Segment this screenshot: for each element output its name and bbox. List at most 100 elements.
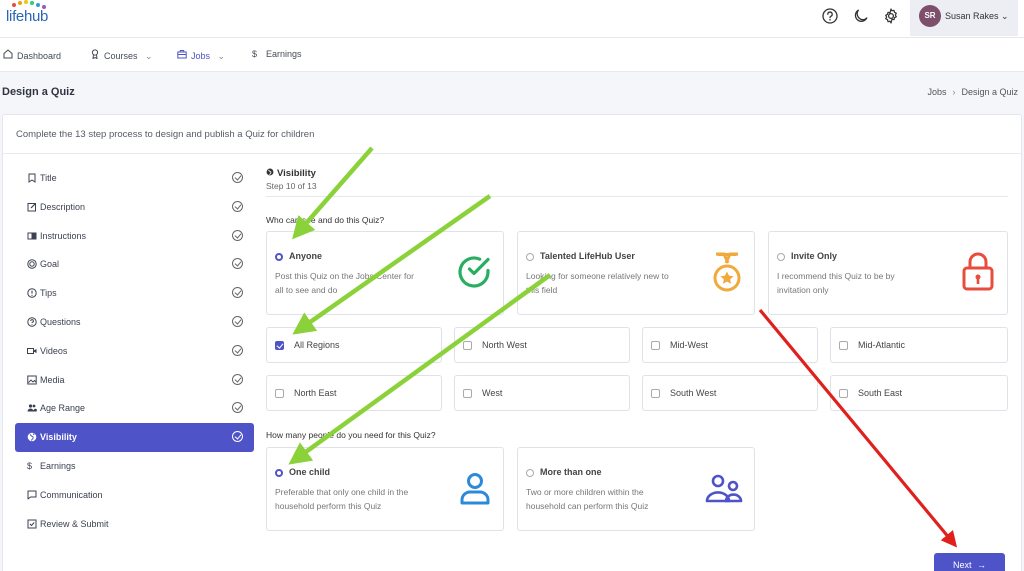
image-icon (27, 375, 37, 385)
users-icon (27, 403, 37, 413)
check-circle-icon (232, 229, 243, 241)
radio-invite-only[interactable] (777, 253, 785, 261)
check-circle-icon (232, 172, 243, 183)
check-circle-icon (232, 402, 243, 414)
people-question: How many people do you need for this Qui… (266, 430, 436, 440)
step-description[interactable]: Description (15, 193, 254, 222)
edit-icon (27, 202, 37, 212)
region-mid-west[interactable]: Mid-West (642, 327, 818, 363)
divider (266, 196, 1008, 197)
nav-earnings[interactable]: $ Earnings (252, 49, 302, 59)
breadcrumb-separator: › (952, 87, 956, 97)
option-one-child[interactable]: One child Preferable that only one child… (266, 447, 504, 531)
card-header: Complete the 13 step process to design a… (3, 115, 1021, 154)
step-list: Title Description Instructions Goal Tips… (15, 164, 254, 538)
step-review-submit[interactable]: Review & Submit (15, 510, 254, 539)
nav-dashboard[interactable]: Dashboard (3, 49, 61, 61)
step-media[interactable]: Media (15, 366, 254, 395)
gear-icon[interactable] (882, 7, 900, 25)
message-icon (27, 490, 37, 500)
radio-anyone[interactable] (275, 253, 283, 261)
checkbox-south-east[interactable] (839, 389, 848, 398)
region-all-regions[interactable]: All Regions (266, 327, 442, 363)
breadcrumb-jobs[interactable]: Jobs (927, 87, 946, 97)
check-circle-icon (232, 373, 243, 385)
checkbox-mid-west[interactable] (651, 341, 660, 350)
step-communication[interactable]: Communication (15, 481, 254, 510)
step-videos[interactable]: Videos (15, 337, 254, 366)
dollar-icon: $ (252, 49, 258, 59)
check-circle-icon (232, 344, 243, 356)
main-nav: Dashboard Courses ⌄ Jobs ⌄ $ Earnings (0, 38, 1024, 72)
checkbox-north-west[interactable] (463, 341, 472, 350)
user-menu[interactable]: SR Susan Rakes ⌄ (910, 0, 1018, 36)
breadcrumb: Jobs › Design a Quiz (927, 87, 1018, 97)
checkbox-north-east[interactable] (275, 389, 284, 398)
section-title: Visibility (266, 168, 316, 179)
globe-icon (27, 432, 37, 442)
region-south-east[interactable]: South East (830, 375, 1008, 411)
check-circle-icon (232, 200, 243, 212)
option-talented-user[interactable]: Talented LifeHub User Looking for someon… (517, 231, 755, 315)
lifehub-logo[interactable]: lifehub (6, 0, 49, 25)
checkbox-mid-atlantic[interactable] (839, 341, 848, 350)
check-circle-icon (232, 315, 243, 327)
step-goal[interactable]: Goal (15, 250, 254, 279)
step-tips[interactable]: Tips (15, 279, 254, 308)
quiz-wizard-card: Complete the 13 step process to design a… (2, 114, 1022, 571)
chevron-down-icon: ⌄ (145, 51, 153, 61)
option-anyone[interactable]: Anyone Post this Quiz on the Jobs Center… (266, 231, 504, 315)
check-circle-icon (232, 287, 243, 299)
dollar-icon: $ (27, 460, 33, 471)
globe-icon (266, 168, 274, 179)
checkbox-all-regions[interactable] (275, 341, 284, 350)
region-west[interactable]: West (454, 375, 630, 411)
nav-jobs[interactable]: Jobs ⌄ (177, 49, 225, 62)
check-circle-icon (232, 258, 243, 270)
region-north-west[interactable]: North West (454, 327, 630, 363)
radio-talented-user[interactable] (526, 253, 534, 261)
option-invite-only[interactable]: Invite Only I recommend this Quiz to be … (768, 231, 1008, 315)
user-icon (458, 472, 492, 508)
region-mid-atlantic[interactable]: Mid-Atlantic (830, 327, 1008, 363)
video-icon (27, 346, 37, 356)
audience-question: Who can see and do this Quiz? (266, 215, 385, 225)
step-age-range[interactable]: Age Range (15, 394, 254, 423)
lock-icon (961, 250, 995, 294)
help-circle-icon (27, 317, 37, 327)
radio-one-child[interactable] (275, 469, 283, 477)
book-icon (27, 231, 37, 241)
logo-dots (10, 0, 50, 9)
page-title: Design a Quiz (2, 86, 75, 98)
arrow-right-icon: → (977, 560, 987, 570)
chevron-down-icon: ⌄ (1001, 11, 1009, 21)
moon-icon[interactable] (852, 7, 870, 25)
question-circle-icon[interactable] (821, 7, 839, 25)
radio-more-than-one[interactable] (526, 469, 534, 477)
avatar: SR (919, 5, 941, 27)
checkbox-west[interactable] (463, 389, 472, 398)
home-icon (3, 49, 13, 61)
top-bar: lifehub SR Susan Rakes ⌄ (0, 0, 1024, 38)
alert-circle-icon (27, 288, 37, 298)
step-earnings[interactable]: $ Earnings (15, 452, 254, 481)
breadcrumb-current: Design a Quiz (961, 87, 1018, 97)
check-circle-icon (455, 253, 493, 293)
nav-courses[interactable]: Courses ⌄ (90, 49, 153, 62)
target-icon (27, 259, 37, 270)
medal-icon (710, 252, 744, 296)
step-title[interactable]: Title (15, 164, 254, 193)
region-north-east[interactable]: North East (266, 375, 442, 411)
user-name: Susan Rakes ⌄ (945, 11, 1009, 21)
logo-text: lifehub (6, 8, 49, 25)
step-instructions[interactable]: Instructions (15, 222, 254, 251)
next-button[interactable]: Next → (934, 553, 1005, 571)
checkbox-south-west[interactable] (651, 389, 660, 398)
check-square-icon (27, 519, 37, 529)
step-visibility[interactable]: Visibility (15, 423, 254, 452)
award-icon (90, 49, 100, 61)
step-questions[interactable]: Questions (15, 308, 254, 337)
region-south-west[interactable]: South West (642, 375, 818, 411)
option-more-than-one[interactable]: More than one Two or more children withi… (517, 447, 755, 531)
users-icon (704, 474, 744, 506)
